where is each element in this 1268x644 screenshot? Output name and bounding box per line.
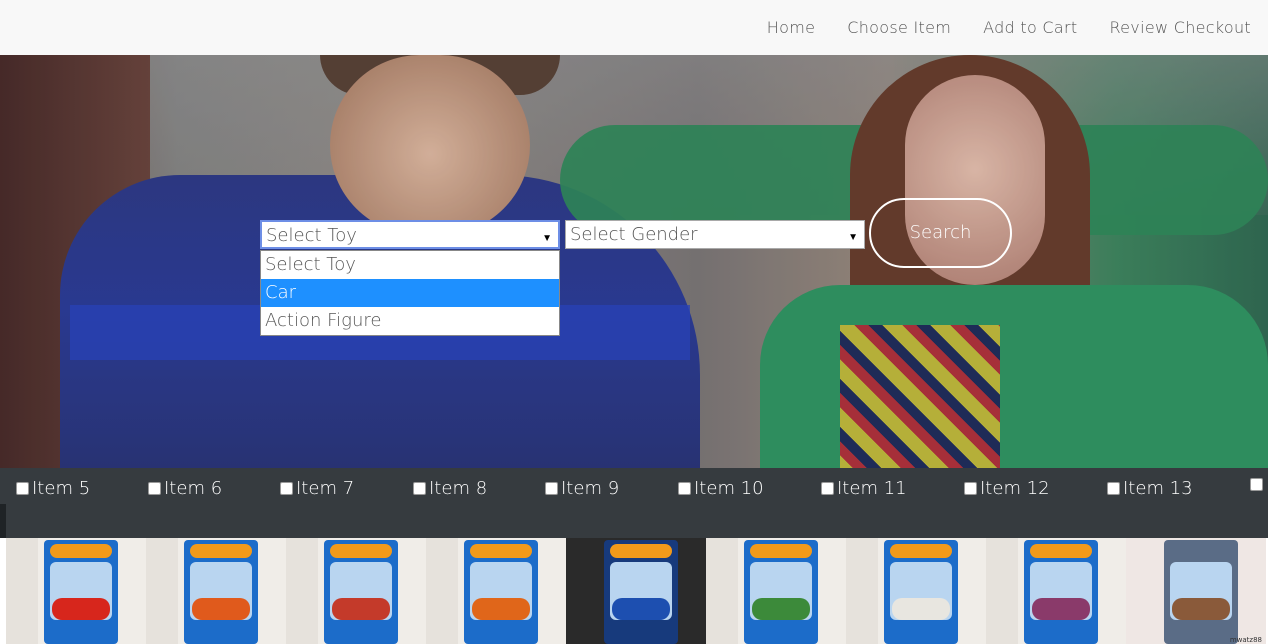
checkbox[interactable] [1107, 482, 1120, 495]
strip-edge [0, 504, 6, 538]
item-label: Item 10 [694, 478, 764, 499]
checkbox[interactable] [545, 482, 558, 495]
car-icon [192, 598, 250, 620]
nav-home[interactable]: Home [767, 18, 815, 37]
item-label: Item 6 [164, 478, 223, 499]
product-image-row: mwatz88 [6, 538, 1268, 644]
hot-wheels-logo-icon [1030, 544, 1092, 558]
checkbox[interactable] [964, 482, 977, 495]
hot-wheels-logo-icon [330, 544, 392, 558]
top-navbar: Home Choose Item Add to Cart Review Chec… [0, 0, 1268, 55]
product-image[interactable] [286, 538, 426, 644]
nav-links: Home Choose Item Add to Cart Review Chec… [767, 0, 1251, 55]
image-shadow [6, 538, 38, 644]
product-image[interactable] [426, 538, 566, 644]
item-checkbox-8[interactable]: Item 8 [413, 478, 487, 499]
item-checkbox-11[interactable]: Item 11 [821, 478, 907, 499]
checkbox[interactable] [280, 482, 293, 495]
gender-select-value: Select Gender [570, 224, 698, 245]
search-button[interactable]: Search [869, 198, 1012, 268]
image-shadow [286, 538, 318, 644]
image-watermark: mwatz88 [1229, 636, 1262, 644]
item-label: Item 8 [429, 478, 488, 499]
hot-wheels-logo-icon [50, 544, 112, 558]
product-image[interactable] [986, 538, 1126, 644]
product-image[interactable]: mwatz88 [1126, 538, 1266, 644]
hot-wheels-logo-icon [750, 544, 812, 558]
toy-option-action-figure[interactable]: Action Figure [261, 307, 559, 335]
dropdown-arrow-icon: ▼ [848, 232, 858, 243]
toy-option-select-toy[interactable]: Select Toy [261, 251, 559, 279]
tow-truck-icon [1172, 598, 1230, 620]
car-icon [752, 598, 810, 620]
image-shadow [426, 538, 458, 644]
checkbox[interactable] [1250, 478, 1263, 491]
nav-review-checkout[interactable]: Review Checkout [1109, 18, 1251, 37]
checkbox[interactable] [148, 482, 161, 495]
toy-select-value: Select Toy [266, 225, 357, 246]
hot-wheels-logo-icon [470, 544, 532, 558]
image-shadow [846, 538, 878, 644]
hot-wheels-logo-icon [610, 544, 672, 558]
car-icon [52, 598, 110, 620]
checkbox[interactable] [413, 482, 426, 495]
nav-add-to-cart[interactable]: Add to Cart [983, 18, 1077, 37]
item-checkbox-5[interactable]: Item 5 [16, 478, 90, 499]
item-label: Item 7 [296, 478, 355, 499]
nav-choose-item[interactable]: Choose Item [847, 18, 951, 37]
checkbox[interactable] [678, 482, 691, 495]
car-icon [612, 598, 670, 620]
hero-veil [0, 55, 1268, 468]
item-checkbox-9[interactable]: Item 9 [545, 478, 619, 499]
toy-select[interactable]: Select Toy ▼ [260, 220, 560, 249]
item-checkbox-13[interactable]: Item 13 [1107, 478, 1193, 499]
product-image[interactable] [146, 538, 286, 644]
image-shadow [146, 538, 178, 644]
gender-select[interactable]: Select Gender ▼ [565, 220, 865, 249]
product-image[interactable] [6, 538, 146, 644]
dropdown-arrow-icon: ▼ [542, 233, 552, 244]
car-icon [332, 598, 390, 620]
toy-select-options: Select Toy Car Action Figure [260, 250, 560, 336]
item-label: Item 13 [1123, 478, 1193, 499]
checkbox[interactable] [16, 482, 29, 495]
item-label: Item 5 [32, 478, 91, 499]
product-image[interactable] [566, 538, 706, 644]
item-checkbox-12[interactable]: Item 12 [964, 478, 1050, 499]
item-checkbox-10[interactable]: Item 10 [678, 478, 764, 499]
item-checkbox-next[interactable] [1250, 478, 1263, 491]
checkbox[interactable] [821, 482, 834, 495]
hero-banner [0, 55, 1268, 468]
item-checkbox-strip: Item 5 Item 6 Item 7 Item 8 Item 9 Item … [0, 468, 1268, 538]
product-image[interactable] [706, 538, 846, 644]
item-label: Item 11 [837, 478, 907, 499]
item-label: Item 9 [561, 478, 620, 499]
item-label: Item 12 [980, 478, 1050, 499]
image-shadow [986, 538, 1018, 644]
item-checkbox-6[interactable]: Item 6 [148, 478, 222, 499]
image-shadow [706, 538, 738, 644]
toy-option-car[interactable]: Car [261, 279, 559, 307]
car-icon [1032, 598, 1090, 620]
hot-wheels-logo-icon [890, 544, 952, 558]
car-icon [472, 598, 530, 620]
product-image[interactable] [846, 538, 986, 644]
hot-wheels-logo-icon [190, 544, 252, 558]
item-checkbox-7[interactable]: Item 7 [280, 478, 354, 499]
car-icon [892, 598, 950, 620]
